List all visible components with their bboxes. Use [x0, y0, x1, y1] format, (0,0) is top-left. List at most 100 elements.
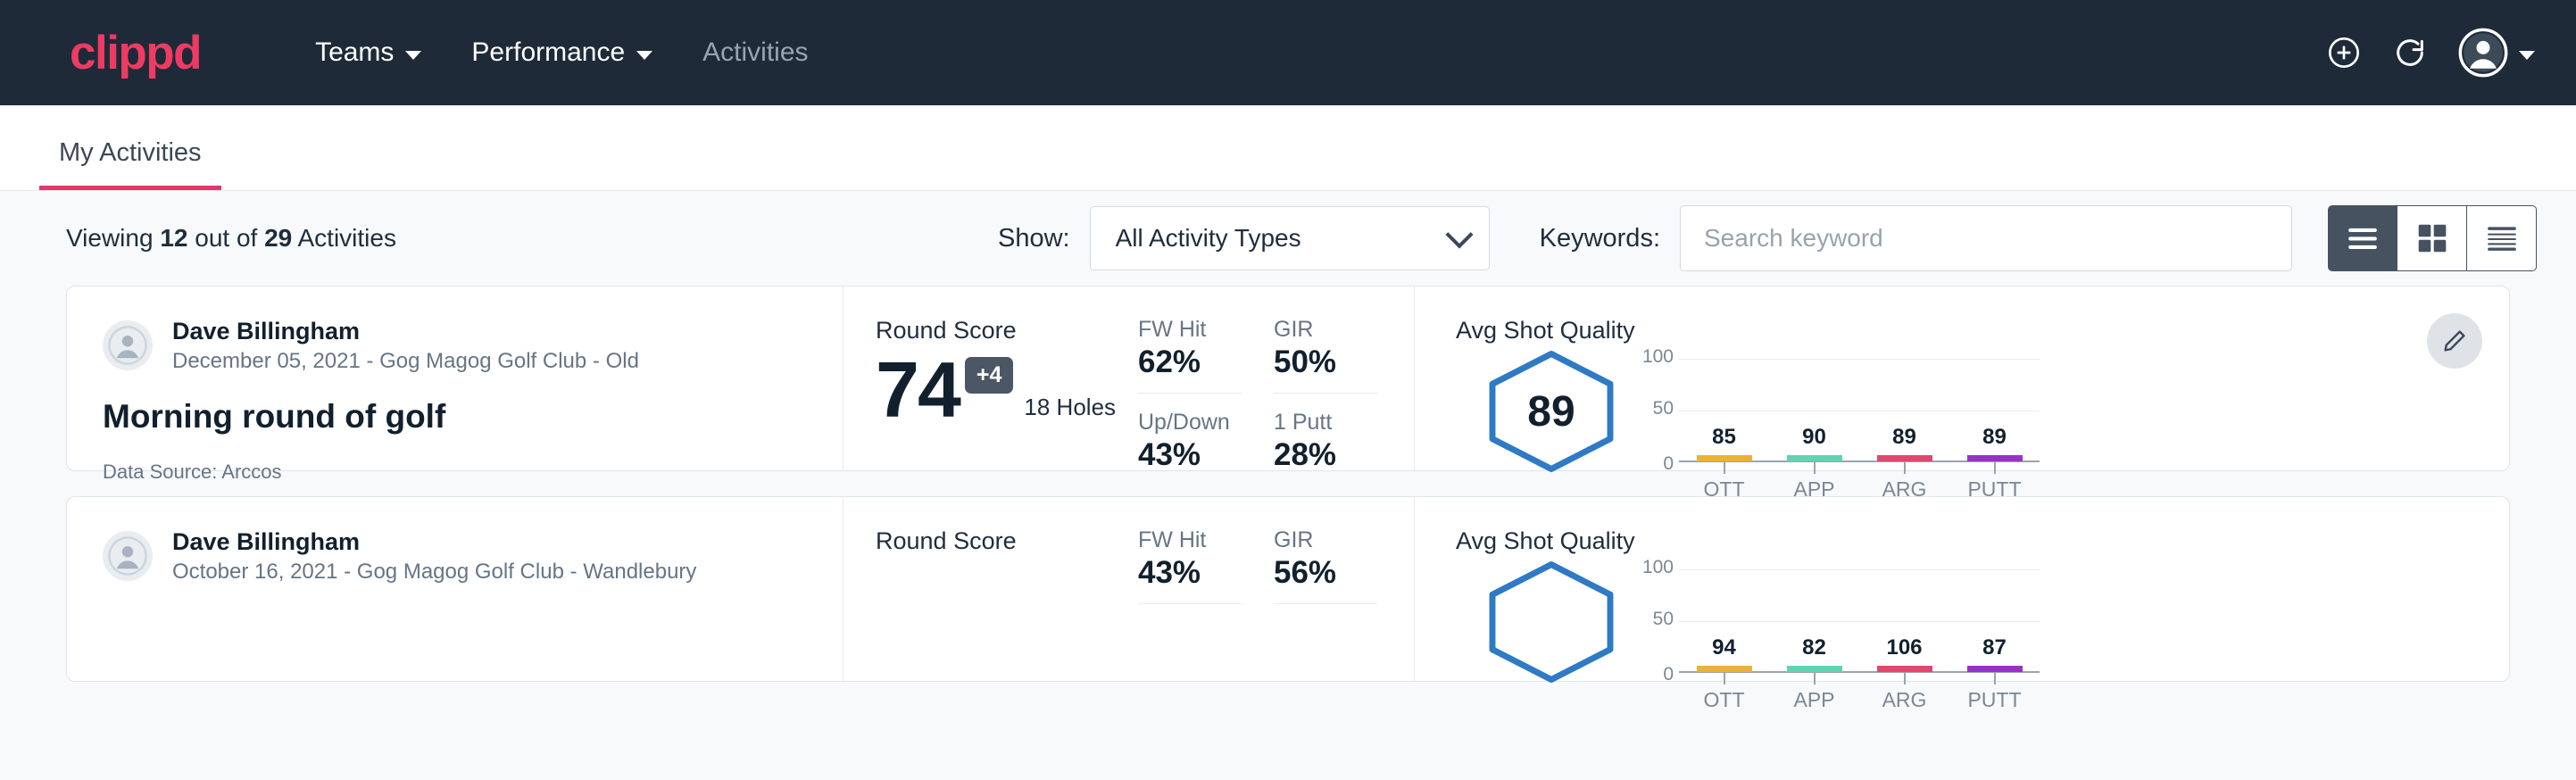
- stat-label: 1 Putt: [1274, 410, 1377, 436]
- y-tick-50: 50: [1638, 398, 1674, 419]
- avatar: [103, 531, 153, 581]
- avatar-menu[interactable]: [2458, 28, 2535, 78]
- search-input[interactable]: [1704, 224, 2268, 253]
- stat-value: 62%: [1138, 344, 1242, 394]
- main-nav: Teams Performance Activities: [290, 29, 833, 77]
- tab-my-activities[interactable]: My Activities: [39, 138, 221, 190]
- stat-label: GIR: [1274, 317, 1377, 343]
- y-tick-0: 0: [1638, 664, 1674, 685]
- stat-label: FW Hit: [1138, 317, 1242, 343]
- nav-item-label: Performance: [471, 37, 625, 68]
- stat-value: 43%: [1138, 555, 1242, 604]
- activity-type-select[interactable]: All Activity Types: [1090, 206, 1490, 270]
- activity-author: Dave Billingham December 05, 2021 - Gog …: [103, 317, 807, 375]
- y-tick-50: 50: [1638, 609, 1674, 630]
- bar-value: 85: [1697, 425, 1752, 450]
- activity-data-source: Data Source: Arccos: [103, 461, 807, 484]
- nav-item-activities[interactable]: Activities: [677, 29, 833, 77]
- header-actions: [2326, 0, 2535, 105]
- round-score-block: Round Score: [843, 497, 1138, 681]
- round-score-value: 74: [876, 352, 960, 428]
- round-stats: FW Hit GIR 62% 50% Up/Down 1 Putt 43% 28…: [1138, 286, 1415, 470]
- nav-item-performance[interactable]: Performance: [446, 29, 677, 77]
- chart-bars: 94 82: [1679, 569, 2040, 671]
- shot-quality-hexagon: [1484, 560, 1618, 684]
- keywords-label: Keywords:: [1540, 224, 1660, 253]
- bar-value: 82: [1787, 635, 1842, 660]
- chart-plot-area: 100 50 0 85 90: [1679, 359, 2040, 462]
- viewing-suffix: Activities: [292, 224, 396, 252]
- show-label: Show:: [998, 224, 1070, 253]
- nav-item-label: Teams: [315, 37, 394, 68]
- avatar: [2458, 28, 2508, 78]
- round-score-block: Round Score 74 +4 18 Holes: [843, 286, 1138, 470]
- stat-value: 50%: [1274, 344, 1377, 394]
- viewing-total: 29: [264, 224, 292, 252]
- bar-value: 89: [1877, 425, 1932, 450]
- score-differential-badge: +4: [965, 357, 1014, 394]
- activity-meta: October 16, 2021 - Gog Magog Golf Club -…: [172, 558, 696, 585]
- tab-bar: My Activities: [0, 105, 2576, 191]
- x-ticks: [1679, 673, 2040, 685]
- stat-label: FW Hit: [1138, 527, 1242, 553]
- round-score-label: Round Score: [876, 527, 1138, 555]
- bar-cap: [1967, 455, 2023, 461]
- y-tick-100: 100: [1638, 346, 1674, 368]
- chart-plot-area: 100 50 0 94 82: [1679, 569, 2040, 673]
- view-toggle-group: [2328, 205, 2537, 271]
- bar-value: 94: [1697, 635, 1752, 660]
- activity-title: Morning round of golf: [103, 398, 807, 436]
- shot-quality-value: 89: [1527, 387, 1575, 436]
- avg-shot-quality-block: Avg Shot Quality 89 100 50: [1415, 286, 2509, 470]
- nav-item-label: Activities: [702, 37, 808, 68]
- viewing-summary: Viewing 12 out of 29 Activities: [66, 224, 396, 253]
- avg-shot-quality-label: Avg Shot Quality: [1456, 317, 2509, 344]
- avg-shot-quality-label: Avg Shot Quality: [1456, 527, 2509, 555]
- bar-cap: [1697, 455, 1752, 461]
- activity-info: Dave Billingham December 05, 2021 - Gog …: [67, 286, 843, 470]
- x-label: OTT: [1697, 688, 1752, 712]
- bar-cap: [1877, 455, 1932, 461]
- chevron-down-icon: [1445, 220, 1473, 248]
- app-logo[interactable]: clippd: [70, 29, 201, 77]
- bar-cap: [1967, 666, 2023, 672]
- avatar: [103, 320, 153, 370]
- activity-card[interactable]: Dave Billingham December 05, 2021 - Gog …: [66, 286, 2510, 471]
- view-grid-button[interactable]: [2397, 205, 2467, 271]
- stat-label: Up/Down: [1138, 410, 1242, 436]
- chart-bars: 85 90: [1679, 359, 2040, 461]
- holes-played: 18 Holes: [1024, 394, 1116, 428]
- stat-value: 28%: [1274, 437, 1377, 485]
- activity-card[interactable]: Dave Billingham October 16, 2021 - Gog M…: [66, 496, 2510, 682]
- y-tick-0: 0: [1638, 453, 1674, 475]
- chevron-down-icon: [405, 51, 421, 60]
- shot-quality-hexagon: 89: [1484, 350, 1618, 473]
- nav-item-teams[interactable]: Teams: [290, 29, 446, 77]
- bar-value: 87: [1967, 635, 2023, 660]
- y-tick-100: 100: [1638, 557, 1674, 578]
- round-score-label: Round Score: [876, 317, 1138, 344]
- x-ticks: [1679, 462, 2040, 475]
- view-list-button[interactable]: [2328, 205, 2397, 271]
- edit-activity-button[interactable]: [2427, 313, 2482, 369]
- bar-cap: [1697, 666, 1752, 672]
- stat-label: GIR: [1274, 527, 1377, 553]
- bar-cap: [1877, 666, 1932, 672]
- player-name: Dave Billingham: [172, 527, 696, 558]
- bar-cap: [1787, 455, 1842, 461]
- activity-list: Dave Billingham December 05, 2021 - Gog …: [0, 286, 2576, 682]
- stat-value: 43%: [1138, 437, 1242, 485]
- activity-meta: December 05, 2021 - Gog Magog Golf Club …: [172, 347, 639, 375]
- x-label: ARG: [1877, 688, 1932, 712]
- bar-value: 106: [1877, 635, 1932, 660]
- refresh-icon[interactable]: [2392, 35, 2428, 71]
- search-box[interactable]: [1680, 205, 2292, 271]
- viewing-prefix: Viewing: [66, 224, 160, 252]
- stat-value: 56%: [1274, 555, 1377, 604]
- chevron-down-icon: [2519, 51, 2535, 60]
- view-compact-button[interactable]: [2467, 205, 2537, 271]
- x-tick-labels: OTT APP ARG PUTT: [1679, 688, 2040, 712]
- app-header: clippd Teams Performance Activities: [0, 0, 2576, 105]
- filter-bar: Viewing 12 out of 29 Activities Show: Al…: [0, 191, 2576, 286]
- add-icon[interactable]: [2326, 35, 2362, 71]
